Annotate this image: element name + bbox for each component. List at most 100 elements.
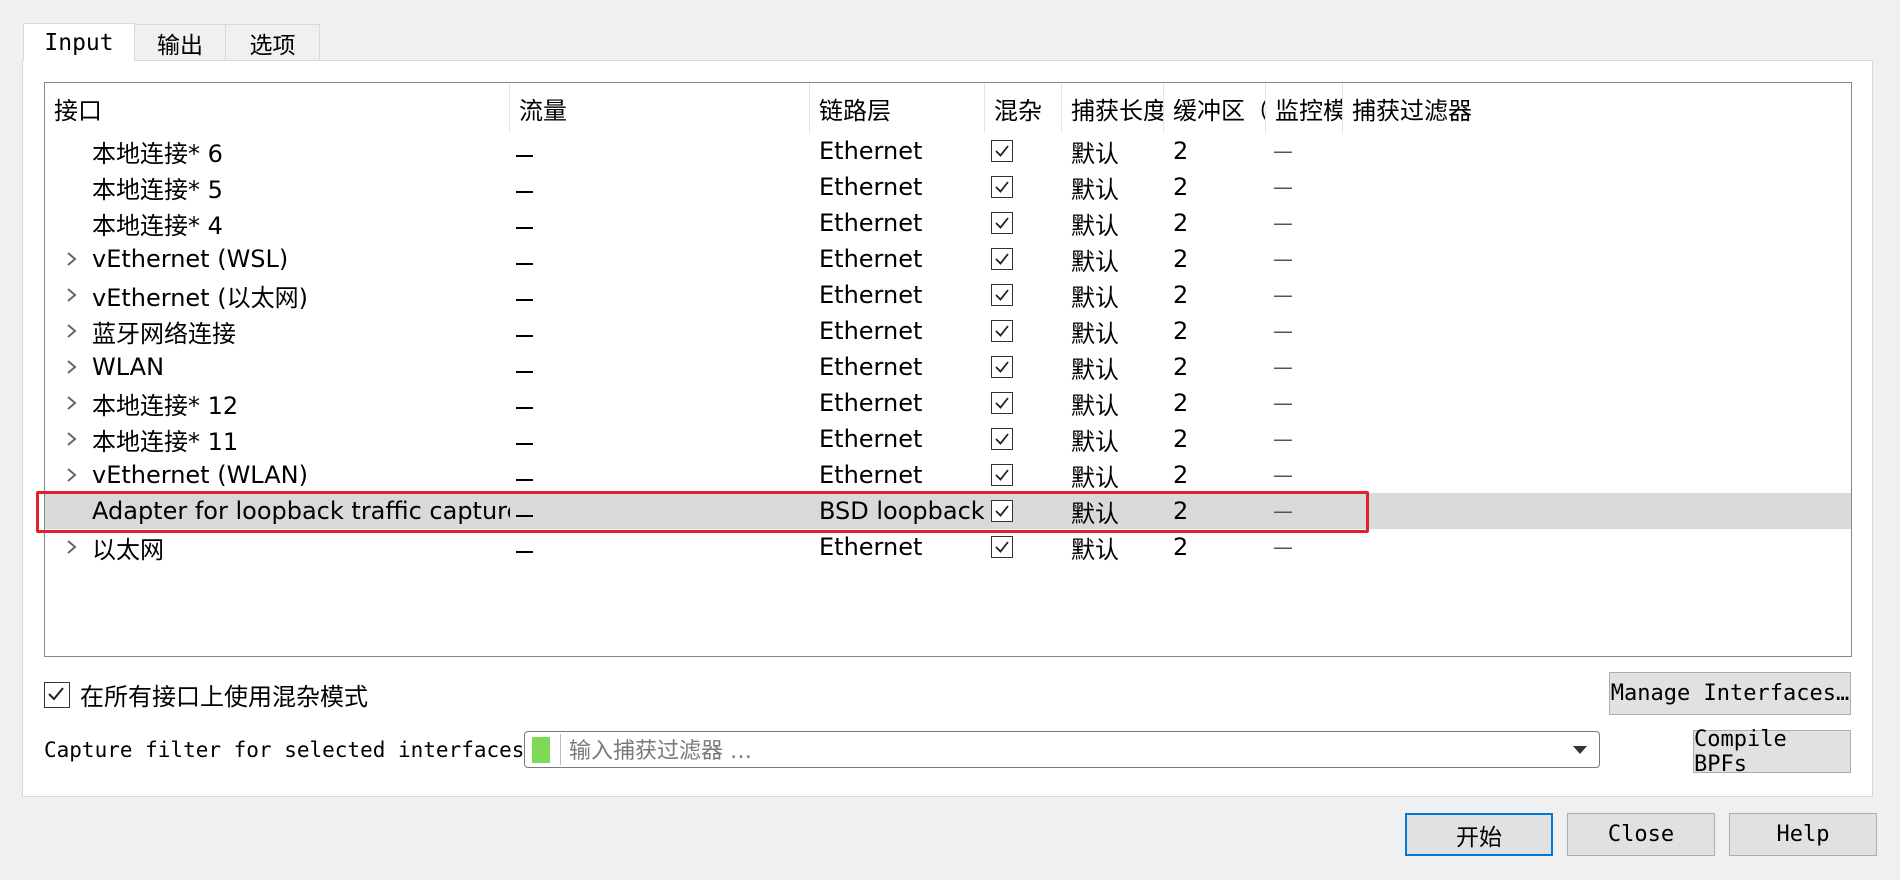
table-row[interactable]: vEthernet (以太网) Ethernet 默认 2— [45,277,1851,313]
monitor-mode[interactable]: — [1273,313,1333,349]
promiscuous-checkbox[interactable] [991,464,1013,486]
buffer-size[interactable]: 2 [1173,313,1266,349]
column-header-snaplen[interactable]: 捕获长度 [1062,83,1164,133]
snaplen[interactable]: 默认 [1071,169,1164,205]
capture-filter-cell[interactable] [1352,277,1851,313]
promiscuous-checkbox[interactable] [991,248,1013,270]
monitor-mode[interactable]: — [1273,529,1333,565]
link-layer[interactable]: Ethernet [819,457,985,493]
promisc-all-checkbox[interactable] [44,681,70,708]
capture-filter-cell[interactable] [1352,349,1851,385]
snaplen[interactable]: 默认 [1071,277,1164,313]
buffer-size[interactable]: 2 [1173,169,1266,205]
buffer-size[interactable]: 2 [1173,493,1266,529]
column-header-capture-filter[interactable]: 捕获过滤器 [1343,83,1851,133]
close-button[interactable]: Close [1567,813,1715,856]
chevron-right-icon[interactable] [59,277,85,313]
capture-filter-cell[interactable] [1352,169,1851,205]
snaplen[interactable]: 默认 [1071,133,1164,169]
promiscuous-checkbox[interactable] [991,356,1013,378]
tab-options[interactable]: 选项 [225,24,320,60]
link-layer[interactable]: Ethernet [819,277,985,313]
monitor-mode[interactable]: — [1273,457,1333,493]
capture-filter-input[interactable]: 输入捕获过滤器 … [524,731,1600,768]
promiscuous-checkbox[interactable] [991,212,1013,234]
column-header-buffer[interactable]: 缓冲区（ [1164,83,1266,133]
manage-interfaces-button[interactable]: Manage Interfaces… [1609,672,1851,715]
monitor-mode[interactable]: — [1273,241,1333,277]
snaplen[interactable]: 默认 [1071,241,1164,277]
buffer-size[interactable]: 2 [1173,241,1266,277]
monitor-mode[interactable]: — [1273,385,1333,421]
table-row[interactable]: 本地连接* 5 Ethernet 默认 2— [45,169,1851,205]
column-header-interface[interactable]: 接口 [45,83,510,133]
tab-output[interactable]: 输出 [134,24,226,60]
table-row[interactable]: 以太网 Ethernet 默认 2— [45,529,1851,565]
table-row[interactable]: Adapter for loopback traffic capture BSD … [45,493,1851,529]
table-row[interactable]: vEthernet (WSL) Ethernet 默认 2— [45,241,1851,277]
buffer-size[interactable]: 2 [1173,277,1266,313]
capture-filter-cell[interactable] [1352,529,1851,565]
snaplen[interactable]: 默认 [1071,457,1164,493]
tab-input[interactable]: Input [23,23,135,61]
compile-bpfs-button[interactable]: Compile BPFs [1693,727,1851,777]
link-layer[interactable]: Ethernet [819,205,985,241]
table-row[interactable]: WLAN Ethernet 默认 2— [45,349,1851,385]
promiscuous-checkbox[interactable] [991,284,1013,306]
buffer-size[interactable]: 2 [1173,529,1266,565]
column-header-promiscuous[interactable]: 混杂 [985,83,1062,133]
buffer-size[interactable]: 2 [1173,133,1266,169]
snaplen[interactable]: 默认 [1071,421,1164,457]
promiscuous-checkbox[interactable] [991,176,1013,198]
chevron-right-icon[interactable] [59,313,85,349]
promiscuous-checkbox[interactable] [991,536,1013,558]
buffer-size[interactable]: 2 [1173,457,1266,493]
promiscuous-checkbox[interactable] [991,320,1013,342]
buffer-size[interactable]: 2 [1173,205,1266,241]
snaplen[interactable]: 默认 [1071,205,1164,241]
monitor-mode[interactable]: — [1273,205,1333,241]
table-row[interactable]: vEthernet (WLAN) Ethernet 默认 2— [45,457,1851,493]
chevron-right-icon[interactable] [59,457,85,493]
capture-filter-cell[interactable] [1352,457,1851,493]
monitor-mode[interactable]: — [1273,277,1333,313]
start-button[interactable]: 开始 [1405,813,1553,856]
promiscuous-checkbox[interactable] [991,428,1013,450]
capture-filter-cell[interactable] [1352,421,1851,457]
column-header-monitor-mode[interactable]: 监控模式 [1266,83,1343,133]
capture-filter-cell[interactable] [1352,385,1851,421]
link-layer[interactable]: Ethernet [819,133,985,169]
table-row[interactable]: 本地连接* 11 Ethernet 默认 2— [45,421,1851,457]
capture-filter-cell[interactable] [1352,493,1851,529]
capture-filter-cell[interactable] [1352,205,1851,241]
link-layer[interactable]: Ethernet [819,241,985,277]
column-header-traffic[interactable]: 流量 [510,83,810,133]
monitor-mode[interactable]: — [1273,493,1333,529]
link-layer[interactable]: Ethernet [819,169,985,205]
table-row[interactable]: 本地连接* 6 Ethernet 默认 2— [45,133,1851,169]
monitor-mode[interactable]: — [1273,421,1333,457]
monitor-mode[interactable]: — [1273,349,1333,385]
link-layer[interactable]: Ethernet [819,529,985,565]
monitor-mode[interactable]: — [1273,133,1333,169]
snaplen[interactable]: 默认 [1071,529,1164,565]
chevron-right-icon[interactable] [59,385,85,421]
interface-list[interactable]: 接口 流量 链路层 混杂 捕获长度 缓冲区（ 监控模式 捕获过滤器 本地连接* … [44,82,1852,657]
snaplen[interactable]: 默认 [1071,313,1164,349]
capture-filter-cell[interactable] [1352,133,1851,169]
link-layer[interactable]: Ethernet [819,385,985,421]
chevron-right-icon[interactable] [59,241,85,277]
column-header-link-layer[interactable]: 链路层 [810,83,985,133]
promisc-all-option[interactable]: 在所有接口上使用混杂模式 [44,677,368,712]
chevron-right-icon[interactable] [59,529,85,565]
snaplen[interactable]: 默认 [1071,493,1164,529]
buffer-size[interactable]: 2 [1173,385,1266,421]
monitor-mode[interactable]: — [1273,169,1333,205]
link-layer[interactable]: Ethernet [819,313,985,349]
table-row[interactable]: 本地连接* 4 Ethernet 默认 2— [45,205,1851,241]
promiscuous-checkbox[interactable] [991,140,1013,162]
promiscuous-checkbox[interactable] [991,392,1013,414]
link-layer[interactable]: Ethernet [819,421,985,457]
promiscuous-checkbox[interactable] [991,500,1013,522]
bookmark-icon[interactable] [532,737,550,763]
